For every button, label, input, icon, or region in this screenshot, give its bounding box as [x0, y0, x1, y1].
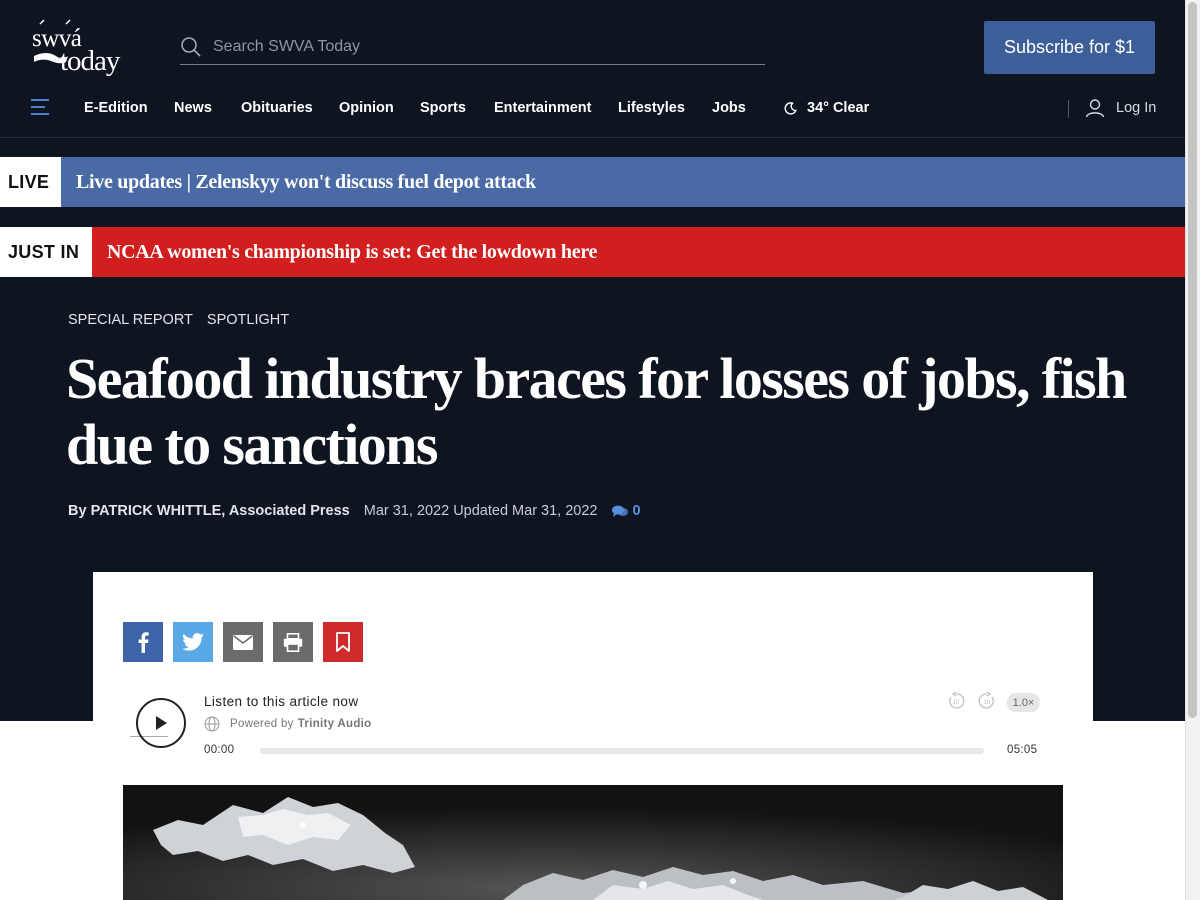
comments-icon [611, 505, 628, 517]
site-logo[interactable]: swvá today [30, 18, 154, 78]
weather-widget[interactable]: 34° Clear [784, 100, 869, 116]
nav-item-obituaries[interactable]: Obituaries [241, 100, 313, 116]
user-icon [1085, 99, 1105, 118]
moon-icon [784, 101, 797, 115]
current-time: 00:00 [204, 744, 235, 756]
kicker-special-report[interactable]: SPECIAL REPORT [68, 312, 193, 328]
article-byline: By PATRICK WHITTLE, Associated Press Mar… [68, 503, 641, 519]
twitter-share-button[interactable] [173, 622, 213, 662]
comments-link[interactable]: 0 [611, 503, 641, 519]
svg-text:10: 10 [953, 700, 960, 706]
facebook-share-button[interactable] [123, 622, 163, 662]
subscribe-button[interactable]: Subscribe for $1 [984, 21, 1155, 74]
facebook-icon [138, 632, 149, 653]
nav-divider [1068, 100, 1069, 118]
live-tag: LIVE [0, 157, 61, 207]
progress-track[interactable] [260, 748, 984, 754]
login-label: Log In [1116, 100, 1157, 116]
nav-divider-line [0, 137, 1185, 138]
main-nav: E-Edition News Obituaries Opinion Sports… [0, 90, 1185, 128]
rewind-10-icon[interactable]: 10 [947, 692, 965, 710]
total-time: 05:05 [1007, 744, 1038, 756]
forward-10-icon[interactable]: 10 [978, 692, 996, 710]
live-banner-link[interactable]: Live updates | Zelenskyy won't discuss f… [61, 157, 1185, 207]
nav-item-jobs[interactable]: Jobs [712, 100, 746, 116]
print-icon [283, 632, 303, 652]
kicker-spotlight[interactable]: SPOTLIGHT [207, 312, 289, 328]
search-input[interactable] [213, 38, 753, 56]
nav-item-news[interactable]: News [174, 100, 212, 116]
powered-by: Powered by Trinity Audio [204, 716, 371, 732]
svg-text:10: 10 [984, 700, 991, 706]
login-button[interactable]: Log In [1085, 98, 1156, 118]
player-title: Listen to this article now [204, 694, 359, 709]
playback-speed-button[interactable]: 1.0× [1007, 693, 1040, 712]
weather-text: 34° Clear [807, 100, 870, 116]
nav-item-e-edition[interactable]: E-Edition [84, 100, 148, 116]
bookmark-icon [336, 632, 350, 652]
just-in-banner[interactable]: JUST IN NCAA women's championship is set… [0, 227, 1185, 277]
live-banner[interactable]: LIVE Live updates | Zelenskyy won't disc… [0, 157, 1185, 207]
audio-player: Listen to this article now Powered by Tr… [123, 690, 1053, 770]
just-in-tag: JUST IN [0, 227, 92, 277]
trinity-audio-link[interactable]: Trinity Audio [298, 718, 372, 730]
email-share-button[interactable] [223, 622, 263, 662]
publish-date: Mar 31, 2022 Updated Mar 31, 2022 [363, 503, 598, 519]
share-bar [123, 622, 363, 662]
nav-item-entertainment[interactable]: Entertainment [494, 100, 592, 116]
search-icon [181, 37, 201, 57]
globe-icon [204, 716, 220, 732]
menu-icon[interactable] [31, 99, 49, 115]
article-kickers: SPECIAL REPORT SPOTLIGHT [68, 312, 289, 328]
bookmark-button[interactable] [323, 622, 363, 662]
scrollbar-thumb[interactable] [1188, 2, 1197, 718]
search-bar[interactable] [180, 30, 765, 65]
nav-item-sports[interactable]: Sports [420, 100, 466, 116]
fish-on-ice-image [123, 785, 1063, 900]
twitter-icon [182, 633, 204, 651]
just-in-banner-link[interactable]: NCAA women's championship is set: Get th… [92, 227, 1185, 277]
nav-item-lifestyles[interactable]: Lifestyles [618, 100, 685, 116]
email-icon [233, 634, 253, 650]
article-headline: Seafood industry braces for losses of jo… [66, 346, 1127, 477]
play-button[interactable] [136, 698, 186, 748]
article-photo[interactable] [123, 785, 1063, 900]
svg-text:today: today [60, 45, 121, 77]
print-button[interactable] [273, 622, 313, 662]
author-link[interactable]: By PATRICK WHITTLE, Associated Press [68, 503, 350, 519]
nav-item-opinion[interactable]: Opinion [339, 100, 394, 116]
comment-count: 0 [632, 503, 641, 519]
play-icon [156, 716, 167, 730]
powered-by-label: Powered by [230, 718, 294, 730]
